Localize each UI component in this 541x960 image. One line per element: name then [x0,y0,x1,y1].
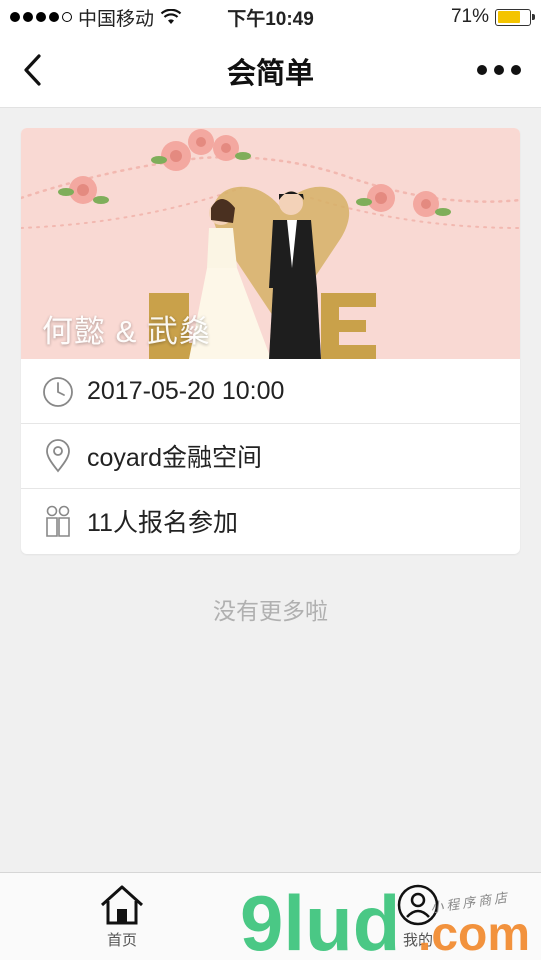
tab-mine[interactable]: 我的 [373,883,463,950]
event-location: coyard金融空间 [87,444,263,472]
event-location-row[interactable]: coyard金融空间 [21,423,520,488]
clock-icon [41,375,75,409]
back-button[interactable] [14,52,50,88]
list-end-text: 没有更多啦 [213,598,328,624]
status-bar: 中国移动 下午10:49 71% [0,0,541,34]
couple-names: 何懿 & 武燊 [42,314,211,349]
more-button[interactable] [477,58,521,82]
signal-dots-icon [10,12,72,22]
chevron-left-icon [24,54,41,86]
tab-mine-label: 我的 [402,932,433,949]
status-right: 71% [450,6,535,28]
event-signup-count: 11人报名参加 [87,509,238,537]
tab-bar: 首页 我的 [0,872,541,960]
location-pin-icon [41,439,75,473]
page-title: 会简单 [226,57,314,90]
event-signup-row[interactable]: 11人报名参加 [21,488,520,553]
more-dots-icon [477,65,487,75]
status-left: 中国移动 [10,4,182,31]
event-datetime: 2017-05-20 10:00 [87,377,285,405]
battery-icon [495,8,535,26]
user-icon [397,884,439,926]
nav-bar: 会简单 [0,34,541,108]
event-datetime-row: 2017-05-20 10:00 [21,359,520,424]
event-banner-image: 何懿 & 武燊 [21,128,520,359]
battery-fill [497,11,520,23]
wifi-icon [160,9,182,24]
carrier-name: 中国移动 [78,8,155,30]
people-icon [41,504,75,538]
event-card[interactable]: 何懿 & 武燊 2017-05-20 10:00 coyard金融空间 11人报… [21,128,520,554]
tab-home[interactable]: 首页 [77,883,167,950]
home-icon [100,885,144,925]
tab-home-label: 首页 [106,932,137,949]
battery-percent: 71% [450,6,489,27]
